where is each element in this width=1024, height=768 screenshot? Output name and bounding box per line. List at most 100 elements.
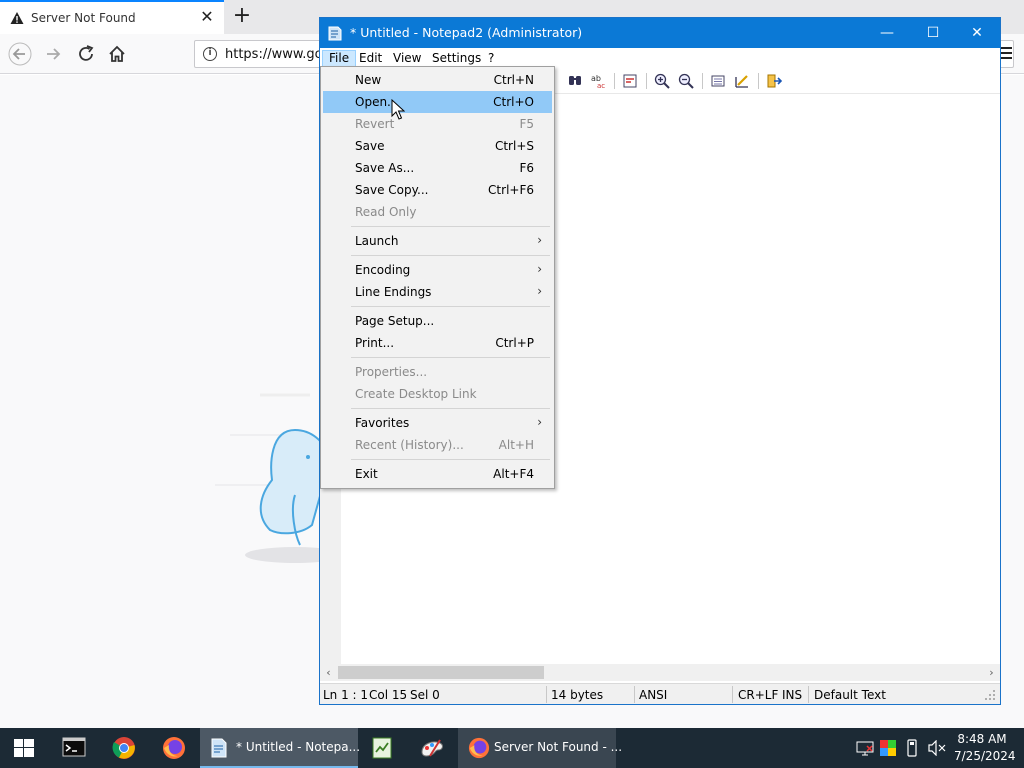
toolbar-separator (614, 73, 615, 89)
menu-item-create-desktop-link: Create Desktop Link (323, 383, 552, 405)
color-display-icon[interactable] (880, 740, 896, 756)
status-scheme[interactable]: Default Text (814, 687, 886, 703)
firefox-icon (163, 737, 185, 759)
word-wrap-icon[interactable] (621, 72, 639, 90)
menu-item-exit[interactable]: Exit Alt+F4 (323, 463, 552, 485)
menu-item-label: Favorites (355, 416, 410, 430)
close-window-button[interactable]: ✕ (954, 18, 1000, 48)
status-divider (546, 686, 547, 703)
svg-text:ac: ac (597, 82, 605, 90)
zoom-out-icon[interactable] (677, 72, 695, 90)
scroll-right-icon[interactable]: › (983, 664, 1000, 681)
scrollbar-thumb[interactable] (338, 666, 544, 679)
menu-item-label: Create Desktop Link (355, 387, 477, 401)
menu-item-encoding[interactable]: Encoding › (323, 259, 552, 281)
find-icon[interactable] (566, 72, 584, 90)
close-tab-icon[interactable]: ✕ (198, 8, 216, 26)
menu-view[interactable]: View (387, 50, 427, 67)
horizontal-scrollbar[interactable]: ‹ › (320, 664, 1000, 681)
start-button[interactable] (0, 728, 48, 768)
notepad-title-bar[interactable]: * Untitled - Notepad2 (Administrator) — … (320, 18, 1000, 48)
status-divider (732, 686, 733, 703)
spreadsheet-icon (372, 737, 392, 759)
menu-item-shortcut: Ctrl+F6 (488, 183, 534, 197)
menu-item-label: Read Only (355, 205, 417, 219)
menu-separator (351, 306, 550, 307)
home-icon[interactable] (105, 42, 129, 66)
browser-tab[interactable]: Server Not Found ✕ (0, 0, 224, 34)
taskbar-terminal[interactable] (52, 728, 96, 768)
submenu-arrow-icon: › (537, 415, 542, 429)
taskbar-firefox-window[interactable]: Server Not Found - ... (458, 728, 622, 768)
chrome-icon (112, 737, 135, 759)
status-line: Ln 1 : 1 (323, 688, 369, 702)
menu-item-properties: Properties... (323, 361, 552, 383)
scroll-left-icon[interactable]: ‹ (320, 664, 337, 681)
menu-item-line-endings[interactable]: Line Endings › (323, 281, 552, 303)
menu-item-shortcut: Alt+H (498, 438, 534, 452)
status-selection: Sel 0 (410, 688, 440, 702)
menu-item-new[interactable]: New Ctrl+N (323, 69, 552, 91)
notepad-menu-bar: File Edit View Settings ? (320, 48, 1000, 68)
menu-item-page-setup[interactable]: Page Setup... (323, 310, 552, 332)
new-tab-button[interactable]: + (230, 4, 254, 28)
network-icon[interactable] (856, 740, 874, 756)
system-clock[interactable]: 8:48 AM 7/25/2024 (954, 731, 1016, 765)
menu-item-save-copy[interactable]: Save Copy... Ctrl+F6 (323, 179, 552, 201)
reload-icon[interactable] (74, 42, 98, 66)
menu-item-launch[interactable]: Launch › (323, 230, 552, 252)
menu-item-shortcut: F6 (519, 161, 534, 175)
paint-icon (421, 739, 443, 757)
status-column: Col 15 (369, 688, 408, 702)
menu-file[interactable]: File (322, 50, 357, 67)
menu-item-shortcut: Ctrl+S (494, 139, 534, 153)
windows-logo-icon (14, 739, 34, 757)
menu-item-label: Line Endings (355, 285, 432, 299)
menu-item-open[interactable]: Open... Ctrl+O (323, 91, 552, 113)
menu-item-save-as[interactable]: Save As... F6 (323, 157, 552, 179)
status-encoding[interactable]: ANSI (639, 687, 667, 703)
exit-icon[interactable] (765, 72, 783, 90)
maximize-button[interactable]: ☐ (910, 18, 956, 48)
warning-icon (10, 12, 24, 24)
status-insert-mode[interactable]: INS (782, 687, 802, 703)
forward-arrow-icon[interactable] (41, 42, 65, 66)
toolbar-separator (702, 73, 703, 89)
minimize-button[interactable]: — (864, 18, 910, 48)
replace-icon[interactable]: ab ac (590, 72, 608, 90)
browser-tab-title: Server Not Found (31, 11, 136, 25)
menu-help[interactable]: ? (482, 50, 500, 67)
firefox-icon (468, 737, 490, 759)
menu-settings[interactable]: Settings (426, 50, 487, 67)
menu-item-label: Encoding (355, 263, 411, 277)
menu-item-label: Save Copy... (355, 183, 429, 197)
menu-item-favorites[interactable]: Favorites › (323, 412, 552, 434)
menu-item-print[interactable]: Print... Ctrl+P (323, 332, 552, 354)
menu-separator (351, 255, 550, 256)
customize-schemes-icon[interactable] (733, 72, 751, 90)
taskbar-chrome[interactable] (102, 728, 146, 768)
taskbar-paint[interactable] (410, 728, 454, 768)
resize-grip-icon[interactable] (984, 689, 996, 701)
taskbar-spreadsheet[interactable] (360, 728, 404, 768)
site-info-icon[interactable]: i (203, 47, 217, 61)
menu-edit[interactable]: Edit (353, 50, 388, 67)
menu-item-label: Revert (355, 117, 395, 131)
scheme-icon[interactable] (709, 72, 727, 90)
menu-item-label: Properties... (355, 365, 428, 379)
volume-muted-icon[interactable] (928, 740, 946, 756)
menu-item-save[interactable]: Save Ctrl+S (323, 135, 552, 157)
status-line-endings[interactable]: CR+LF (738, 687, 778, 703)
menu-item-label: Save (355, 139, 385, 153)
menu-item-recent-history: Recent (History)... Alt+H (323, 434, 552, 456)
notepad-window-title: * Untitled - Notepad2 (Administrator) (350, 25, 583, 40)
back-arrow-icon[interactable] (8, 42, 32, 66)
notepad-icon (211, 738, 227, 758)
usb-device-icon[interactable] (906, 739, 918, 757)
menu-separator (351, 459, 550, 460)
taskbar-firefox-pinned[interactable] (152, 728, 196, 768)
menu-separator (351, 226, 550, 227)
taskbar-notepad-window[interactable]: * Untitled - Notepa... (200, 728, 360, 768)
zoom-in-icon[interactable] (653, 72, 671, 90)
menu-item-shortcut: Alt+F4 (493, 467, 534, 481)
